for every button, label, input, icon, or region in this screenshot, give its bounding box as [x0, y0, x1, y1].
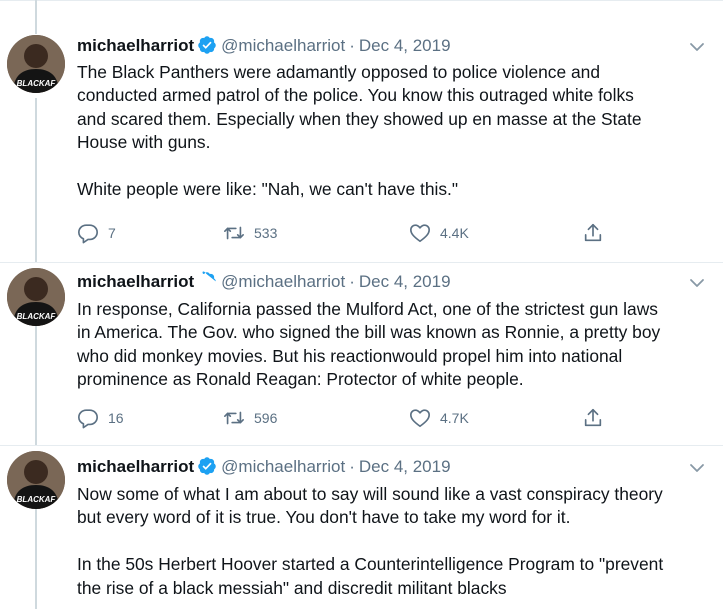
retweet-button[interactable]: 533 [223, 222, 277, 244]
tweet-text-line: in America. The Gov. who signed the bill… [77, 322, 661, 343]
tweet-date[interactable]: Dec 4, 2019 [359, 272, 451, 291]
tweet-header: michaelharriot @michaelharriot · Dec 4, 201… [77, 271, 451, 297]
tweet[interactable]: BLACKAF michaelharriot @michaelharriot · De… [0, 0, 723, 263]
tweet-text-line: but every word of it is true. You don't … [77, 507, 571, 528]
handle[interactable]: @michaelharriot [221, 272, 345, 291]
avatar-logo-text: BLACKAF [17, 495, 57, 504]
retweet-icon [224, 226, 244, 240]
tweet-text: The Black Panthers were adamantly oppose… [77, 61, 715, 201]
retweet-count: 533 [254, 225, 278, 241]
separator: · [349, 36, 355, 55]
reply-button[interactable]: 16 [77, 407, 124, 429]
tweet-text-line: In the 50s Herbert Hoover started a Coun… [77, 554, 664, 575]
handle[interactable]: @michaelharriot [221, 36, 345, 55]
share-icon [584, 408, 602, 427]
chevron-down-icon[interactable] [687, 273, 707, 293]
retweet-button[interactable]: 596 [223, 407, 277, 429]
verified-badge-icon [197, 456, 217, 482]
reply-button[interactable]: 7 [77, 222, 116, 244]
reply-count: 16 [108, 410, 124, 426]
share-button[interactable] [582, 222, 613, 244]
like-button[interactable]: 4.7K [409, 407, 469, 429]
share-button[interactable] [582, 407, 613, 429]
tweet-actions: 16 596 4.7K [77, 407, 617, 429]
verified-badge-icon [197, 35, 217, 61]
tweet-text-line: Now some of what I am about to say will … [77, 484, 663, 504]
display-name[interactable]: michaelharriot [77, 36, 194, 55]
avatar-logo-text: BLACKAF [17, 79, 57, 88]
avatar[interactable]: BLACKAF [7, 268, 65, 326]
tweet[interactable]: BLACKAF michaelharriot @michaelharriot · De… [0, 446, 723, 609]
retweet-icon [224, 411, 244, 425]
share-icon [584, 223, 602, 242]
tweet-text-line: the rise of a black messiah" and discred… [77, 577, 507, 598]
tweet-text-line: House with guns. [77, 132, 211, 153]
tweet-header: michaelharriot @michaelharriot · Dec 4, 201… [77, 456, 451, 482]
tweet-text-line: conducted armed patrol of the police. Yo… [77, 85, 634, 106]
tweet-text-line: The Black Panthers were adamantly oppose… [77, 62, 601, 82]
chevron-down-icon[interactable] [687, 37, 707, 57]
tweet-text-line: White people were like: "Nah, we can't h… [77, 179, 459, 200]
reply-icon [78, 224, 98, 244]
tweet-actions: 7 533 4.4K [77, 222, 617, 244]
tweet-date[interactable]: Dec 4, 2019 [359, 36, 451, 55]
chevron-down-icon[interactable] [687, 458, 707, 478]
like-button[interactable]: 4.4K [409, 222, 469, 244]
tweet[interactable]: BLACKAF michaelharriot @michaelharriot · De… [0, 263, 723, 446]
separator: · [349, 457, 355, 476]
handle[interactable]: @michaelharriot [221, 457, 345, 476]
like-count: 4.4K [440, 225, 469, 241]
like-icon [410, 409, 430, 428]
tweet-date[interactable]: Dec 4, 2019 [359, 457, 451, 476]
display-name[interactable]: michaelharriot [77, 272, 194, 291]
tweet-text: Now some of what I am about to say will … [77, 483, 715, 600]
tweet-text-line: prominence as Ronald Reagan: Protector o… [77, 369, 524, 390]
avatar-logo-text: BLACKAF [17, 312, 57, 321]
tweet-text-line: and scared them. Especially when they sh… [77, 108, 642, 129]
avatar[interactable]: BLACKAF [7, 35, 65, 93]
reply-icon [78, 409, 98, 429]
like-count: 4.7K [440, 410, 469, 426]
display-name[interactable]: michaelharriot [77, 457, 194, 476]
separator: · [349, 272, 355, 291]
tweet-text-line: In response, California passed the Mulfo… [77, 299, 658, 319]
avatar[interactable]: BLACKAF [7, 451, 65, 509]
tweet-text-line: who did monkey movies. But his reactionw… [77, 345, 623, 366]
tweet-header: michaelharriot @michaelharriot · Dec 4, 201… [77, 35, 451, 61]
tweet-text: In response, California passed the Mulfo… [77, 298, 715, 392]
retweet-count: 596 [254, 410, 278, 426]
reply-count: 7 [108, 225, 116, 241]
like-icon [410, 224, 430, 243]
verified-badge-icon [197, 271, 217, 297]
